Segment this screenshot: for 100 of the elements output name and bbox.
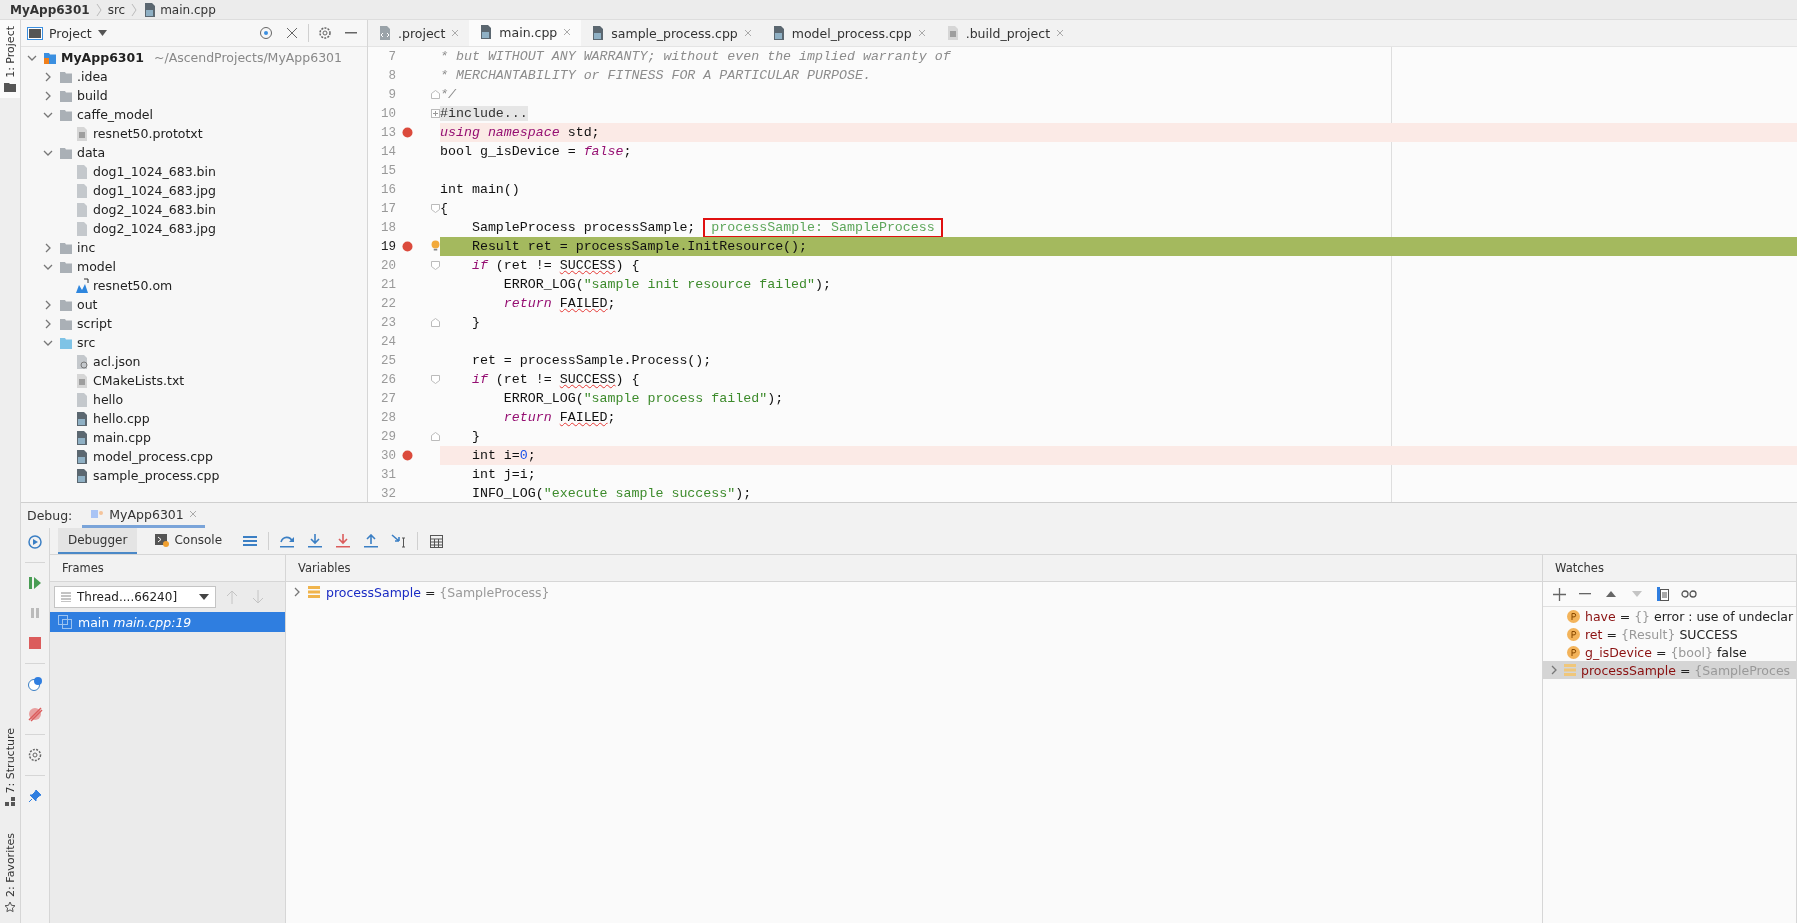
tree-item[interactable]: hello.cpp [21, 409, 367, 428]
tree-item[interactable]: dog1_1024_683.jpg [21, 181, 367, 200]
editor-tab[interactable]: main.cpp [469, 20, 582, 46]
tree-item[interactable]: CMakeLists.txt [21, 371, 367, 390]
code-line: if (ret != SUCCESS) { [470, 372, 640, 387]
debugger-tab[interactable]: Debugger [58, 528, 138, 554]
primitive-icon [1567, 609, 1580, 623]
fold-icon[interactable] [430, 204, 440, 213]
unknown-file-icon [75, 391, 89, 408]
cpp-file-icon [591, 25, 606, 41]
watch-item[interactable]: processSample = {SampleProces [1543, 661, 1796, 679]
tree-item[interactable]: data [21, 143, 367, 162]
watch-item[interactable]: ret = {Result} SUCCESS [1543, 625, 1796, 643]
tree-item[interactable]: MyApp6301 ~/AscendProjects/MyApp6301 [21, 48, 367, 67]
frame-item[interactable]: main main.cpp:19 [50, 612, 285, 632]
tree-item[interactable]: resnet50.prototxt [21, 124, 367, 143]
caret-icon [97, 30, 107, 36]
line-number: 31 [380, 467, 396, 482]
close-icon[interactable] [743, 29, 752, 37]
object-icon [1564, 664, 1576, 676]
line-number: 14 [380, 144, 396, 159]
editor-tab[interactable]: model_process.cpp [761, 20, 936, 46]
project-view-selector[interactable]: Project [27, 25, 107, 41]
line-number: 18 [380, 220, 396, 235]
code-line: int i=0; [470, 448, 536, 463]
tree-item[interactable]: sample_process.cpp [21, 466, 367, 485]
cpp-file-icon [75, 429, 89, 446]
panel-title: Frames [62, 561, 104, 575]
fold-icon[interactable] [430, 90, 440, 99]
view-breakpoints-icon[interactable] [25, 674, 45, 694]
tree-item[interactable]: main.cpp [21, 428, 367, 447]
tree-item[interactable]: out [21, 295, 367, 314]
thread-dropdown[interactable]: Thread....66240] [54, 586, 216, 608]
line-number: 10 [380, 106, 396, 121]
breakpoint-icon[interactable] [402, 127, 413, 138]
editor-tab[interactable]: .project [368, 20, 470, 46]
editor-tab[interactable]: sample_process.cpp [581, 20, 762, 46]
close-icon[interactable] [1056, 29, 1065, 37]
folder-icon [4, 81, 16, 92]
editor-tab[interactable]: .build_project [935, 20, 1075, 46]
breadcrumb-item[interactable]: src [107, 2, 126, 17]
close-icon[interactable] [563, 28, 572, 36]
json-file-icon [75, 353, 89, 370]
expand-chevron-icon [43, 90, 53, 101]
unknown-file-icon [75, 163, 89, 180]
tree-item[interactable]: resnet50.om [21, 276, 367, 295]
tree-item[interactable]: src [21, 333, 367, 352]
close-icon[interactable] [188, 510, 197, 518]
close-icon[interactable] [451, 29, 460, 37]
breakpoint-icon[interactable] [402, 450, 413, 461]
tree-item[interactable]: acl.json [21, 352, 367, 371]
bulb-icon[interactable] [430, 239, 440, 254]
tool-window-tab[interactable]: 2: Favorites [0, 827, 20, 919]
cpp-file-icon [75, 467, 89, 484]
tree-item[interactable]: hello [21, 390, 367, 409]
fold-icon[interactable] [430, 375, 440, 384]
tree-item[interactable]: dog1_1024_683.bin [21, 162, 367, 181]
object-icon [308, 586, 320, 598]
breadcrumb-item[interactable]: main.cpp [143, 1, 216, 18]
code-line: ERROR_LOG("sample process failed"); [502, 391, 784, 406]
code-line: { [440, 201, 448, 216]
tree-item[interactable]: inc [21, 238, 367, 257]
debugger-tab[interactable]: Console [145, 528, 233, 554]
watch-item[interactable]: g_isDevice = {bool} false [1543, 643, 1796, 661]
line-number: 22 [380, 296, 396, 311]
line-number: 16 [380, 182, 396, 197]
tree-item[interactable]: dog2_1024_683.jpg [21, 219, 367, 238]
line-number: 27 [380, 391, 396, 406]
fold-icon[interactable] [430, 261, 440, 270]
primitive-icon [1567, 645, 1580, 659]
panel-title: Watches [1555, 561, 1604, 575]
line-number: 21 [380, 277, 396, 292]
tree-item[interactable]: model [21, 257, 367, 276]
line-number: 32 [380, 486, 396, 501]
watch-item[interactable]: have = {} error : use of undeclar [1543, 607, 1796, 625]
fold-icon[interactable] [430, 432, 440, 441]
fold-icon[interactable] [430, 318, 440, 327]
breakpoint-icon[interactable] [402, 241, 413, 252]
expand-chevron-icon [43, 299, 53, 310]
text-file-icon [945, 25, 960, 41]
tree-item[interactable]: .idea [21, 67, 367, 86]
close-icon[interactable] [917, 29, 926, 37]
variable-item[interactable]: processSample = {SampleProcess} [286, 582, 1542, 602]
text-file-icon [75, 372, 89, 389]
cpp-file-icon [75, 410, 89, 427]
cpp-file-icon [143, 1, 158, 18]
tree-item[interactable]: model_process.cpp [21, 447, 367, 466]
code-line: } [470, 315, 480, 330]
tool-window-tab[interactable]: 1: Project [0, 20, 20, 98]
breadcrumb-separator-icon [131, 2, 138, 17]
primitive-icon [1567, 627, 1580, 641]
tree-item[interactable]: caffe_model [21, 105, 367, 124]
tree-item[interactable]: dog2_1024_683.bin [21, 200, 367, 219]
breadcrumb-item[interactable]: MyApp6301 [10, 2, 90, 17]
tree-item[interactable]: script [21, 314, 367, 333]
tree-item[interactable]: build [21, 86, 367, 105]
rerun-icon[interactable] [25, 532, 45, 552]
expand-fold-icon[interactable] [430, 109, 440, 118]
tool-window-tab[interactable]: 7: Structure [0, 721, 20, 814]
thread-icon [61, 592, 71, 602]
